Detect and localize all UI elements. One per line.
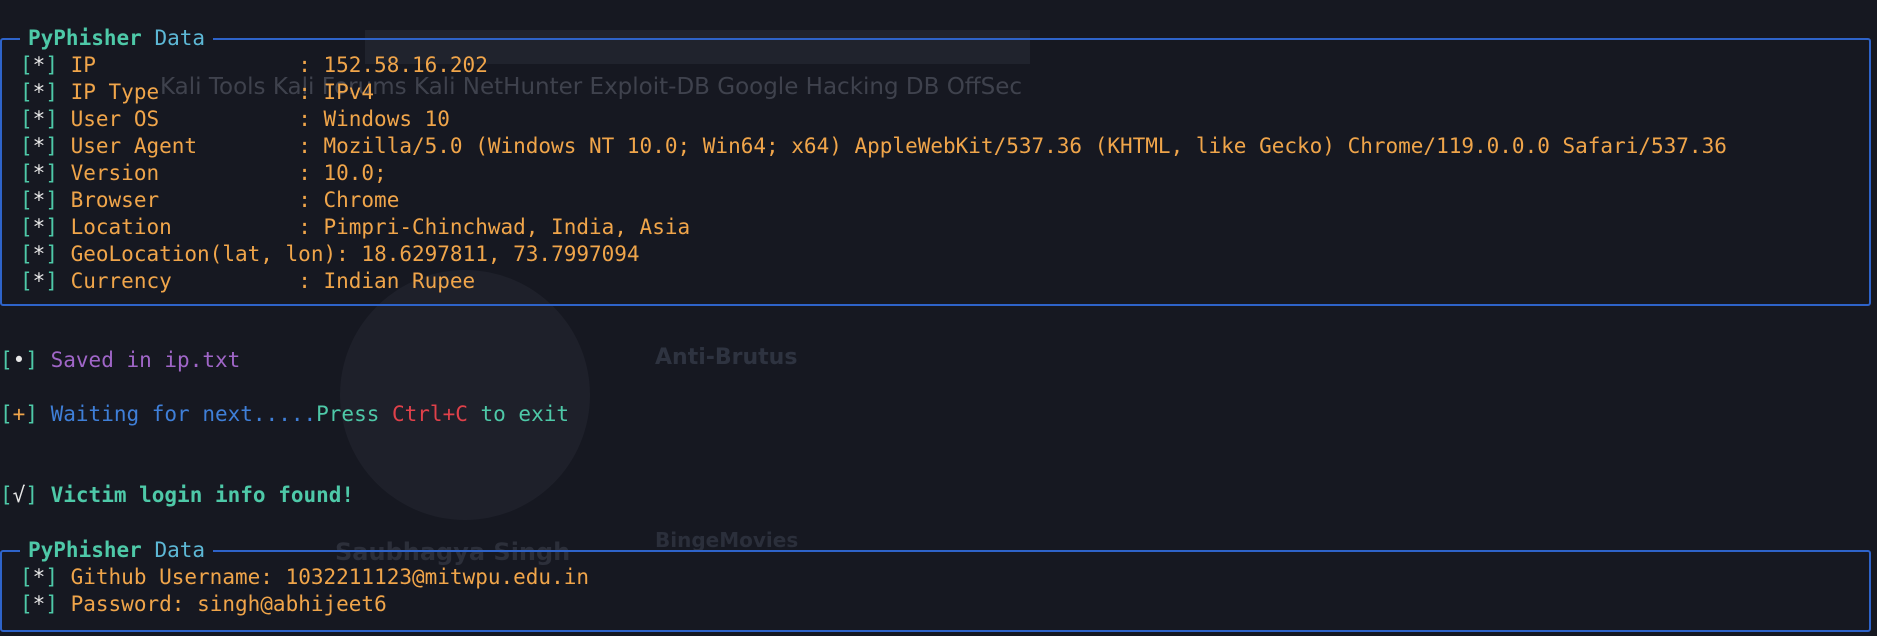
- row-value: 152.58.16.202: [323, 53, 488, 77]
- found-prefix: √: [12, 483, 26, 507]
- data-row: [*] User OS : Windows 10: [20, 107, 450, 131]
- row-key: User OS: [70, 107, 299, 131]
- row-key: Currency: [70, 269, 299, 293]
- terminal-window: Kali Tools Kali Forums Kali NetHunter Ex…: [0, 0, 1877, 636]
- row-key: Browser: [70, 188, 299, 212]
- waiting-message: [+] Waiting for next.....Press Ctrl+C to…: [0, 402, 570, 426]
- found-text: Victim login info found!: [50, 483, 355, 507]
- data-row: [*] User Agent : Mozilla/5.0 (Windows NT…: [20, 134, 1727, 158]
- row-value: Indian Rupee: [323, 269, 476, 293]
- panel-title-suffix: Data: [154, 26, 206, 50]
- row-value: 18.6297811, 73.7997094: [361, 242, 640, 266]
- saved-message: [•] Saved in ip.txt: [0, 348, 241, 372]
- row-value: 10.0;: [323, 161, 387, 185]
- found-message: [√] Victim login info found!: [0, 483, 355, 507]
- press-text: Press: [316, 402, 392, 426]
- wait-prefix: +: [12, 402, 26, 426]
- saved-prefix: •: [12, 348, 26, 372]
- row-value: singh@abhijeet6: [197, 592, 387, 616]
- data-row: [*] IP Type : IPv4: [20, 80, 375, 104]
- data-row: [*] Browser : Chrome: [20, 188, 400, 212]
- data-row: [*] Version : 10.0;: [20, 161, 387, 185]
- exit-text: to exit: [467, 402, 570, 426]
- row-value: 1032211123@mitwpu.edu.in: [285, 565, 589, 589]
- row-value: Mozilla/5.0 (Windows NT 10.0; Win64; x64…: [323, 134, 1727, 158]
- row-key: IP Type: [70, 80, 299, 104]
- data-row: [*] Currency : Indian Rupee: [20, 269, 476, 293]
- row-key: IP: [70, 53, 299, 77]
- row-value: IPv4: [323, 80, 375, 104]
- row-value: Chrome: [323, 188, 400, 212]
- terminal-output: PyPhisher Data [*] IP : 152.58.16.202 [*]…: [0, 0, 1877, 636]
- row-key: User Agent: [70, 134, 299, 158]
- row-key: GeoLocation(lat, lon): [70, 242, 337, 266]
- row-key: Password: [70, 592, 172, 616]
- row-key: Version: [70, 161, 299, 185]
- panel-title: PyPhisher Data: [20, 23, 214, 53]
- data-panel-credentials: PyPhisher Data [*] Github Username: 1032…: [0, 535, 1871, 632]
- data-row: [*] Password: singh@abhijeet6: [20, 592, 387, 616]
- data-row: [*] IP : 152.58.16.202: [20, 53, 488, 77]
- panel-rows: [*] Github Username: 1032211123@mitwpu.e…: [20, 564, 589, 618]
- panel-title-brand: PyPhisher: [28, 26, 142, 50]
- saved-text: Saved in ip.txt: [50, 348, 241, 372]
- data-row: [*] Github Username: 1032211123@mitwpu.e…: [20, 565, 589, 589]
- ctrl-c-text: Ctrl+C: [392, 402, 468, 426]
- panel-title-brand: PyPhisher: [28, 538, 142, 562]
- data-panel-victim-info: PyPhisher Data [*] IP : 152.58.16.202 [*]…: [0, 23, 1871, 306]
- data-row: [*] Location : Pimpri-Chinchwad, India, …: [20, 215, 691, 239]
- panel-rows: [*] IP : 152.58.16.202 [*] IP Type : IPv4…: [20, 52, 1727, 295]
- row-key: Location: [70, 215, 299, 239]
- panel-title: PyPhisher Data: [20, 535, 214, 565]
- data-row: [*] GeoLocation(lat, lon): 18.6297811, 7…: [20, 242, 640, 266]
- waiting-text: Waiting for next.....: [50, 402, 317, 426]
- row-value: Windows 10: [323, 107, 450, 131]
- row-key: Github Username: [70, 565, 261, 589]
- row-value: Pimpri-Chinchwad, India, Asia: [323, 215, 691, 239]
- panel-title-suffix: Data: [154, 538, 206, 562]
